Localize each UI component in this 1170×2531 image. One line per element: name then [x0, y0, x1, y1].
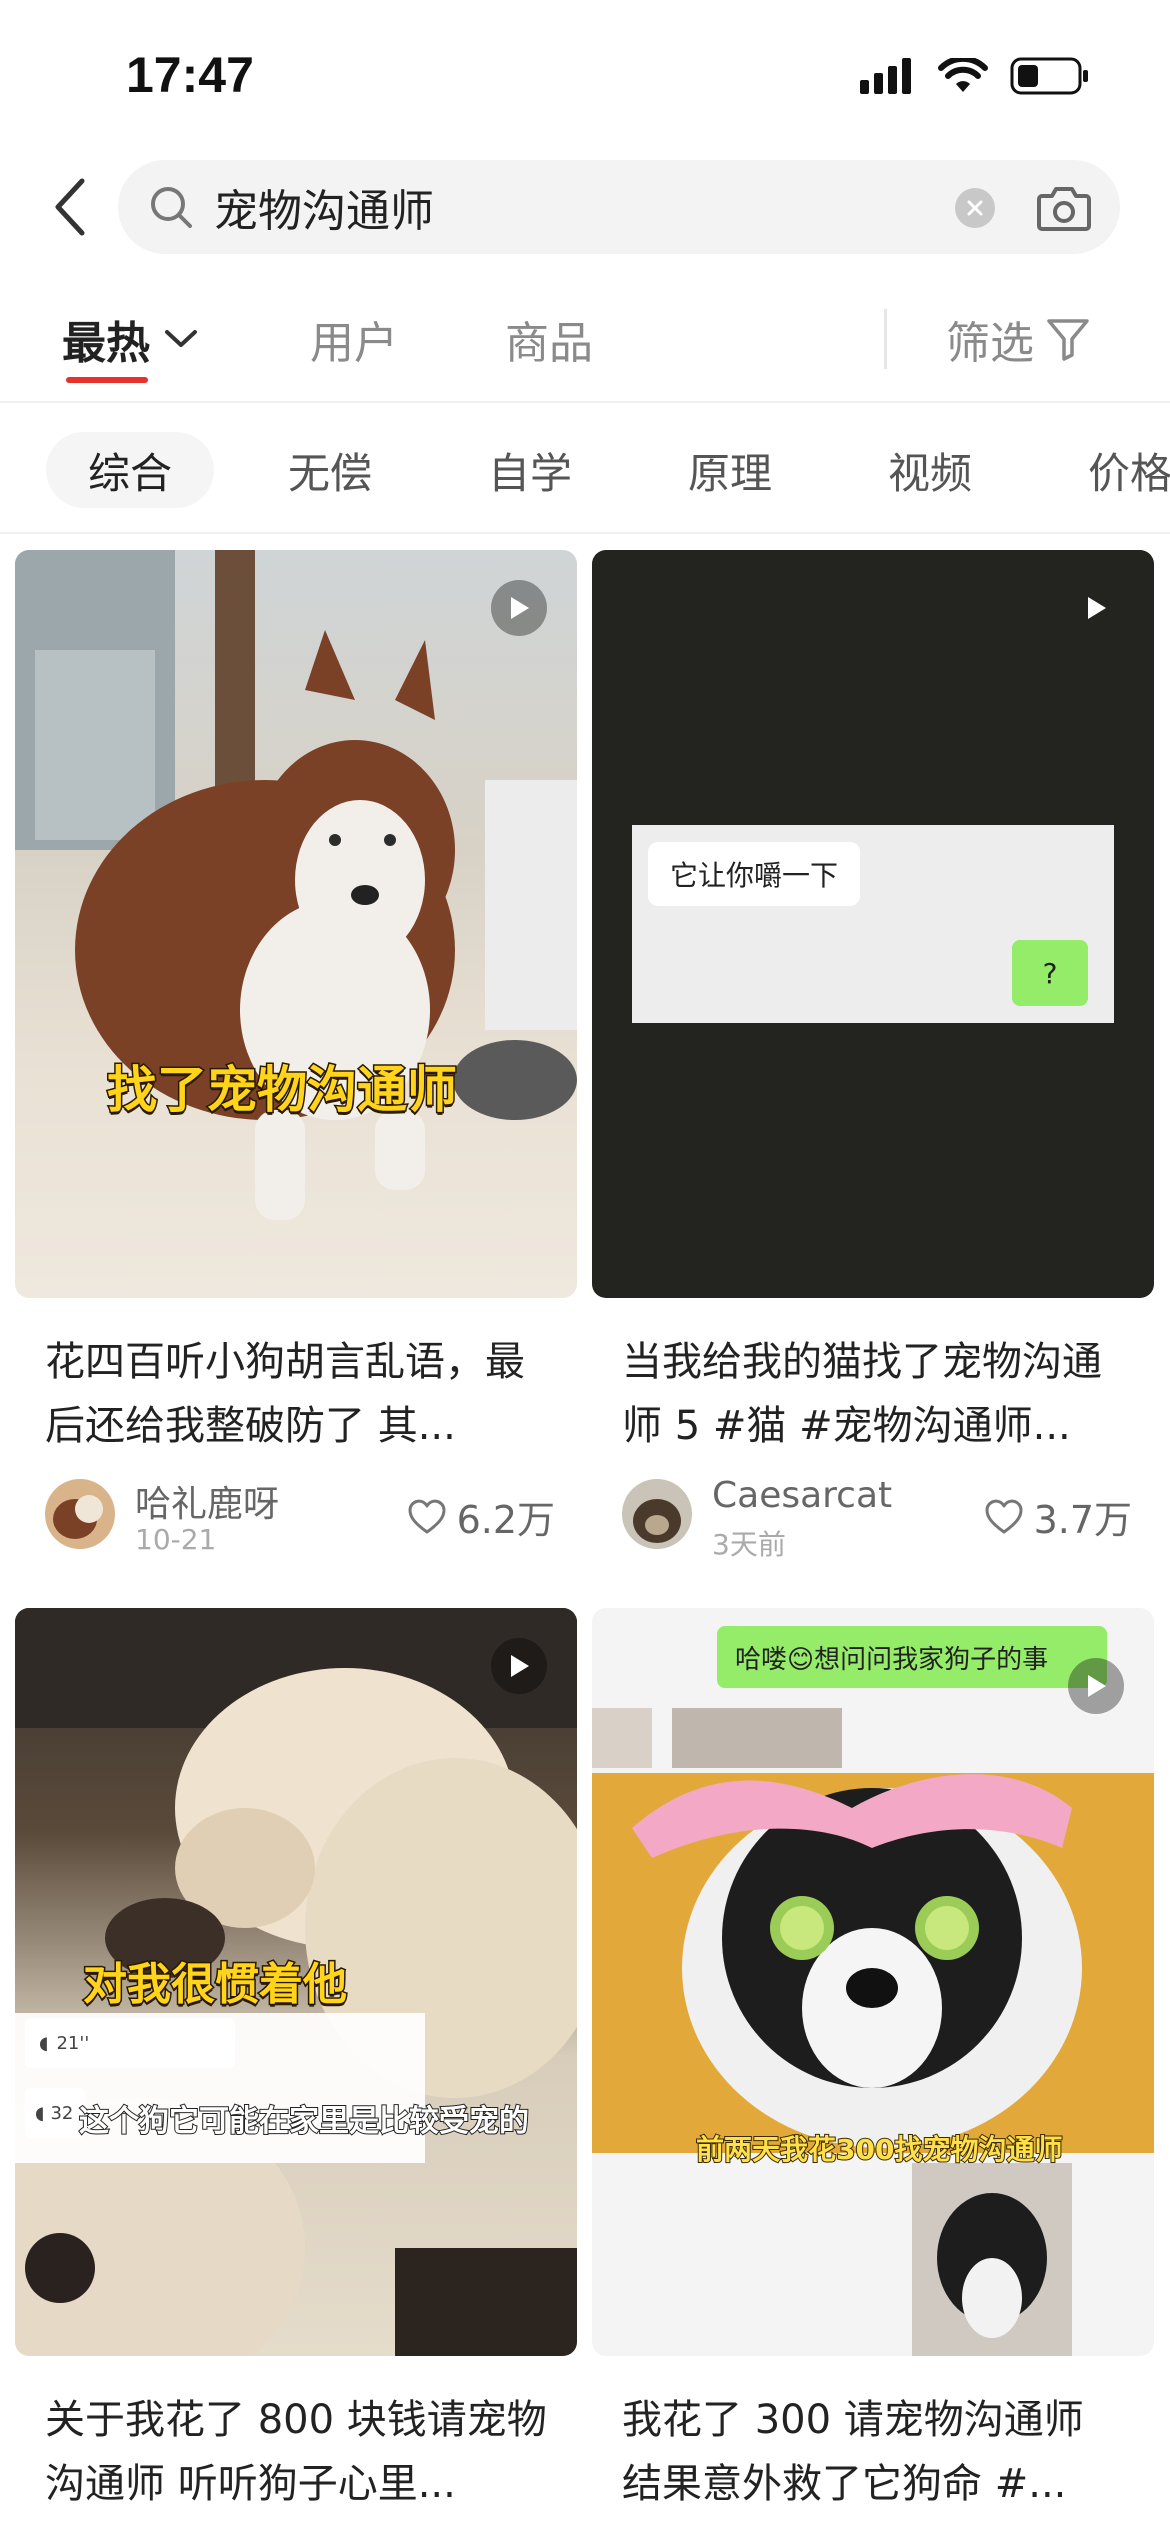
- card-title[interactable]: 花四百听小狗胡言乱语，最后还给我整破防了 其...: [45, 1330, 555, 1458]
- voice-icon: ◖: [35, 2102, 45, 2124]
- card-title[interactable]: 关于我花了 800 块钱请宠物沟通师 听听狗子心里...: [45, 2388, 555, 2516]
- chat-bubble-left: 它让你嚼一下: [648, 842, 861, 906]
- card-meta: 哈礼鹿呀 10-21 6.2万: [45, 1475, 555, 1556]
- chip-self-study[interactable]: 自学: [446, 432, 614, 508]
- heart-icon: [985, 1499, 1023, 1533]
- author-name[interactable]: Caesarcat: [712, 1475, 892, 1516]
- post-date: 10-21: [135, 1523, 217, 1556]
- camera-icon: [1037, 187, 1091, 231]
- heart-icon: [408, 1499, 446, 1533]
- voice-icon: ◖: [39, 2032, 49, 2054]
- chevron-down-icon: [165, 330, 197, 347]
- tab-goods[interactable]: 商品: [505, 307, 593, 371]
- like-count: 6.2万: [456, 1498, 555, 1542]
- search-row: [0, 150, 1170, 265]
- play-icon: [491, 580, 547, 636]
- search-box[interactable]: [118, 160, 1120, 254]
- avatar[interactable]: [45, 1479, 115, 1549]
- husky-image: [15, 550, 577, 1220]
- wifi-icon: [938, 58, 988, 92]
- voice-message-2: ◖ 32: [25, 2088, 85, 2138]
- author-name[interactable]: 哈礼鹿呀: [135, 1475, 279, 1527]
- tabs-divider: [884, 309, 887, 369]
- play-icon: [1068, 1658, 1124, 1714]
- note-card[interactable]: 哈喽😊想问问我家狗子的事 前两天我花300找宠物沟通师 我花了 300 请宠物沟…: [592, 1608, 1154, 2507]
- active-tab-indicator: [66, 377, 148, 383]
- card-meta: Caesarcat 3天前 3.7万: [622, 1475, 1132, 1561]
- video-subtitle: 这个狗它可能在家里是比较受宠的: [78, 2103, 530, 2140]
- voice-message-1: ◖ 21'': [25, 2018, 235, 2068]
- tab-hot[interactable]: 最热: [62, 307, 198, 371]
- camera-search-button[interactable]: [1036, 180, 1092, 236]
- keyword-chips: 综合 无偿 自学 原理 视频 价格: [0, 420, 1170, 520]
- filter-label: 筛选: [946, 318, 1034, 369]
- card-title[interactable]: 我花了 300 请宠物沟通师 结果意外救了它狗命 #...: [622, 2388, 1132, 2516]
- search-input[interactable]: [214, 160, 1034, 254]
- note-card[interactable]: 它让你嚼一下 ? 当我给我的猫找了宠物沟通师 5 #猫 #宠物沟通师... Ca…: [592, 550, 1154, 1561]
- clear-search-button[interactable]: [955, 188, 995, 228]
- status-time: 17:47: [126, 47, 254, 103]
- chip-video[interactable]: 视频: [846, 432, 1014, 508]
- tab-hot-label: 最热: [62, 318, 150, 369]
- play-icon: [1068, 580, 1124, 636]
- like-button[interactable]: 6.2万: [407, 1489, 555, 1544]
- card-thumbnail[interactable]: ◖ 21'' ◖ 32 对我很惯着他 这个狗它可能在家里是比较受宠的: [15, 1608, 577, 2356]
- chevron-left-icon: [55, 178, 85, 236]
- list-separator: [0, 532, 1170, 534]
- post-date: 3天前: [712, 1528, 786, 1561]
- back-button[interactable]: [40, 174, 100, 240]
- status-bar: 17:47: [0, 0, 1170, 150]
- video-overlay-text: 找了宠物沟通师: [106, 1060, 459, 1121]
- filter-icon: [1047, 319, 1089, 361]
- tab-users[interactable]: 用户: [310, 307, 398, 371]
- video-overlay-text: 对我很惯着他: [82, 1958, 349, 2012]
- signal-icon: [860, 58, 911, 94]
- card-thumbnail[interactable]: 找了宠物沟通师: [15, 550, 577, 1298]
- chip-comprehensive[interactable]: 综合: [46, 432, 214, 508]
- sort-tabs: 最热 用户 商品 筛选: [0, 285, 1170, 403]
- note-card[interactable]: ◖ 21'' ◖ 32 对我很惯着他 这个狗它可能在家里是比较受宠的 关于我花了 8…: [15, 1608, 577, 2507]
- close-icon: [967, 200, 983, 216]
- like-count: 3.7万: [1033, 1498, 1132, 1542]
- card-title[interactable]: 当我给我的猫找了宠物沟通师 5 #猫 #宠物沟通师...: [622, 1330, 1132, 1458]
- chip-principle[interactable]: 原理: [646, 432, 814, 508]
- like-button[interactable]: 3.7万: [984, 1489, 1132, 1544]
- filter-button[interactable]: 筛选: [946, 307, 1090, 371]
- card-thumbnail[interactable]: 它让你嚼一下 ?: [592, 550, 1154, 1298]
- pet-photo: [592, 1708, 1154, 2356]
- battery-icon: [1010, 57, 1088, 95]
- card-thumbnail[interactable]: 哈喽😊想问问我家狗子的事 前两天我花300找宠物沟通师: [592, 1608, 1154, 2356]
- chip-free[interactable]: 无偿: [246, 432, 414, 508]
- status-icons: [860, 54, 1090, 98]
- video-subtitle: 前两天我花300找宠物沟通师: [695, 2132, 1063, 2167]
- chip-price[interactable]: 价格: [1046, 432, 1170, 508]
- play-icon: [491, 1638, 547, 1694]
- note-card[interactable]: 找了宠物沟通师 花四百听小狗胡言乱语，最后还给我整破防了 其... 哈礼鹿呀 1…: [15, 550, 577, 1556]
- chat-bubble-right: ?: [1012, 940, 1088, 1006]
- search-icon: [151, 187, 192, 228]
- avatar[interactable]: [622, 1479, 692, 1549]
